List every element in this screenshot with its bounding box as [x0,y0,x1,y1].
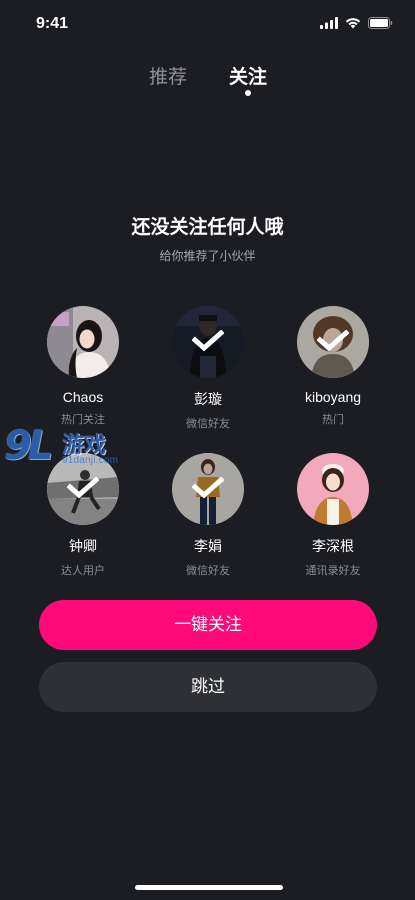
user-source: 热门 [322,413,344,426]
selected-overlay [297,306,369,378]
status-bar: 9:41 [0,0,415,48]
watermark-url: 91danji.com [62,455,119,466]
tab-recommend[interactable]: 推荐 [149,62,187,89]
recommend-user-card[interactable]: 李深根 通讯录好友 [278,453,388,578]
avatar[interactable] [47,306,119,378]
watermark-number: 9L [4,423,53,469]
empty-state-title: 还没关注任何人哦 [131,216,284,238]
user-name: 钟卿 [69,538,97,554]
user-source: 达人用户 [61,564,105,577]
user-name: 彭璇 [194,391,222,407]
checkmark-icon [192,330,224,352]
selected-overlay [172,306,244,378]
status-time: 9:41 [36,15,69,32]
user-name: kiboyang [304,389,362,405]
avatar[interactable] [172,453,244,525]
checkmark-icon [317,330,349,352]
recommend-user-card[interactable]: kiboyang 热门 [278,306,388,427]
recommend-user-card[interactable]: Chaos 热门关注 [28,306,138,427]
skip-button[interactable]: 跳过 [39,662,377,712]
home-indicator [135,885,283,890]
signal-icon [320,14,338,33]
wifi-icon [345,14,361,33]
user-source: 微信好友 [186,417,230,430]
user-name: 李娟 [194,538,222,554]
user-source: 通讯录好友 [305,564,361,577]
user-source: 微信好友 [186,564,230,577]
user-name: 李深根 [312,538,354,554]
checkmark-icon [192,477,224,499]
top-tabs: 推荐 关注 [0,60,415,100]
avatar[interactable] [297,306,369,378]
tab-follow[interactable]: 关注 [229,62,267,89]
user-name: Chaos [62,389,104,405]
checkmark-icon [67,477,99,499]
empty-state-subtitle: 给你推荐了小伙伴 [159,249,256,263]
avatar[interactable] [172,306,244,378]
battery-icon [368,14,393,33]
active-tab-indicator [245,90,251,96]
watermark-logo: 9L 游戏 91danji.com [4,423,136,475]
status-icons [320,16,393,30]
selected-overlay [172,453,244,525]
follow-all-button[interactable]: 一键关注 [39,600,377,650]
recommend-user-card[interactable]: 李娟 微信好友 [153,453,263,578]
avatar[interactable] [297,453,369,525]
recommend-user-card[interactable]: 彭璇 微信好友 [153,306,263,431]
